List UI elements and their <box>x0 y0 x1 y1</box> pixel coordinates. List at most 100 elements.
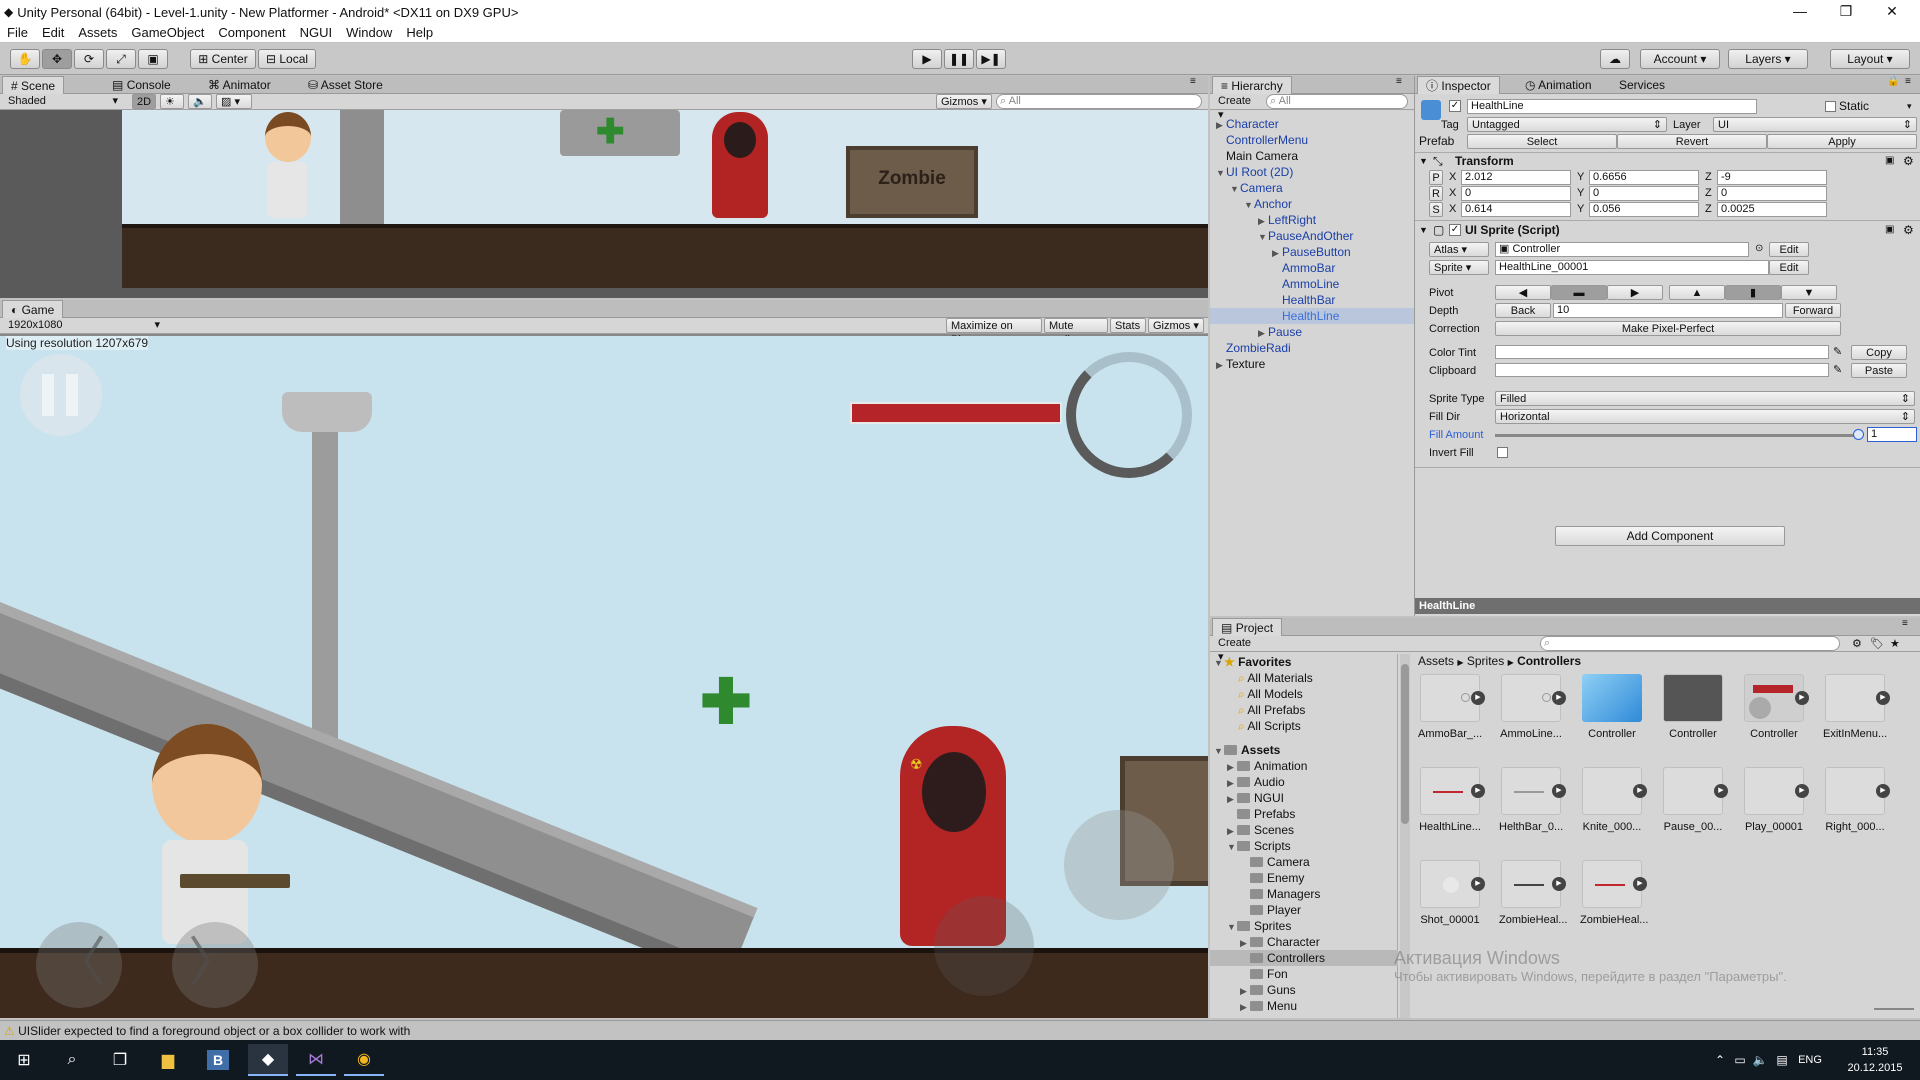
task-view-icon[interactable]: ❐ <box>100 1044 140 1076</box>
fill-amount-slider[interactable] <box>1495 434 1859 437</box>
layout-dropdown[interactable]: Layout ▾ <box>1830 49 1910 69</box>
project-folder[interactable]: ▶ Audio <box>1210 774 1398 791</box>
foldout-arrow-icon[interactable]: ▶ <box>1216 357 1226 373</box>
asset-item[interactable]: ▶ AmmoBar_... <box>1418 674 1485 740</box>
atlas-edit-button[interactable]: Edit <box>1769 242 1809 257</box>
eyedropper-icon[interactable]: ✎ <box>1833 363 1842 377</box>
filter-type-icon[interactable]: ⚙ <box>1852 637 1862 650</box>
pivot-local-button[interactable]: ⊟ Local <box>258 49 316 69</box>
move-tool-icon[interactable]: ✥ <box>42 49 72 69</box>
windows-start-icon[interactable]: ⊞ <box>4 1044 44 1076</box>
tab-animator[interactable]: ⌘ Animator <box>200 76 279 94</box>
project-folder[interactable]: ▶ Animation <box>1210 758 1398 775</box>
atlas-field[interactable]: ▣ Controller <box>1495 242 1749 257</box>
tab-hierarchy[interactable]: ≡ Hierarchy <box>1212 76 1292 94</box>
stats-toggle[interactable]: Stats <box>1110 318 1146 333</box>
static-checkbox[interactable] <box>1825 101 1836 112</box>
chrome-icon[interactable]: ◉ <box>344 1044 384 1076</box>
project-folder[interactable]: ▶ Menu <box>1210 998 1398 1015</box>
asset-item[interactable]: ▶ HealthLine... <box>1418 767 1485 833</box>
project-create-dropdown[interactable]: Create ▾ <box>1214 636 1262 663</box>
star-icon[interactable]: ★ <box>1890 637 1900 650</box>
hierarchy-item[interactable]: ZombieRadi <box>1210 340 1414 356</box>
transform-p-button[interactable]: P <box>1429 170 1443 185</box>
hierarchy-item[interactable]: ▼PauseAndOther <box>1210 228 1414 245</box>
tab-project[interactable]: ▤ Project <box>1212 618 1283 636</box>
search-icon[interactable]: ⌕ <box>52 1044 92 1076</box>
hierarchy-item[interactable]: AmmoLine <box>1210 276 1414 292</box>
breadcrumb-assets[interactable]: Assets <box>1418 654 1454 668</box>
jump-button[interactable] <box>1064 810 1174 920</box>
vk-app-icon[interactable]: B <box>198 1044 238 1076</box>
assets-root[interactable]: ▼ Assets <box>1210 742 1398 759</box>
foldout-arrow-icon[interactable]: ▼ <box>1230 181 1240 197</box>
hierarchy-item[interactable]: ▶ Pause <box>1210 324 1414 341</box>
expand-play-icon[interactable]: ▶ <box>1714 784 1728 798</box>
clipboard-field[interactable] <box>1495 363 1829 377</box>
favorite-item[interactable]: ⌕ All Materials <box>1210 670 1398 686</box>
close-icon[interactable]: ✕ <box>1870 0 1914 24</box>
tab-scene[interactable]: # Scene <box>2 76 65 94</box>
mode-2d-toggle[interactable]: 2D <box>132 94 156 109</box>
foldout-arrow-icon[interactable]: ▶ <box>1240 999 1250 1015</box>
hierarchy-create-dropdown[interactable]: Create ▾ <box>1214 94 1262 121</box>
asset-item[interactable]: ▶ Shot_00001 <box>1418 860 1485 926</box>
shading-dropdown[interactable]: Shaded ▾ <box>4 94 122 109</box>
dropdown-arrow-icon[interactable]: ▾ <box>1907 99 1912 113</box>
project-search-input[interactable]: ⌕ <box>1540 636 1840 651</box>
visual-studio-icon[interactable]: ⋈ <box>296 1044 336 1076</box>
mute-audio-toggle[interactable]: Mute audio <box>1044 318 1108 346</box>
component-enabled-checkbox[interactable]: ✓ <box>1449 224 1461 236</box>
asset-item[interactable]: ▶ ExitInMenu... <box>1823 674 1890 740</box>
foldout-arrow-icon[interactable]: ▶ <box>1272 245 1282 261</box>
color-tint-field[interactable] <box>1495 345 1829 359</box>
pivot-center-button[interactable]: ⊞ Center <box>190 49 256 69</box>
filter-label-icon[interactable]: 🏷 <box>1870 637 1884 650</box>
fill-dir-dropdown[interactable]: Horizontal ⇕ <box>1495 409 1915 424</box>
project-folder[interactable]: Camera <box>1210 854 1398 870</box>
maximize-on-play-toggle[interactable]: Maximize on Play <box>946 318 1042 346</box>
foldout-arrow-icon[interactable]: ▼ <box>1214 743 1224 759</box>
foldout-arrow-icon[interactable]: ▶ <box>1240 983 1250 999</box>
expand-play-icon[interactable]: ▶ <box>1795 691 1809 705</box>
foldout-arrow-icon[interactable]: ▶ <box>1227 823 1237 839</box>
breadcrumb-sprites[interactable]: Sprites <box>1467 654 1504 668</box>
project-folder[interactable]: Enemy <box>1210 870 1398 886</box>
hierarchy-item[interactable]: ▼UI Root (2D) <box>1210 164 1414 181</box>
thumbnail-size-slider[interactable] <box>1874 1008 1914 1010</box>
expand-play-icon[interactable]: ▶ <box>1471 784 1485 798</box>
account-dropdown[interactable]: Account ▾ <box>1640 49 1720 69</box>
foldout-arrow-icon[interactable]: ▼ <box>1258 229 1268 245</box>
breadcrumb-controllers[interactable]: Controllers <box>1517 654 1581 668</box>
expand-play-icon[interactable]: ▶ <box>1795 784 1809 798</box>
favorites-header[interactable]: ▼★ Favorites <box>1210 654 1398 671</box>
file-explorer-icon[interactable]: ▆ <box>148 1044 188 1076</box>
status-bar[interactable]: ⚠ UISlider expected to find a foreground… <box>0 1020 1920 1040</box>
foldout-arrow-icon[interactable]: ▶ <box>1258 213 1268 229</box>
transform-x-field[interactable]: 2.012 <box>1461 170 1571 185</box>
settings-gear-icon[interactable]: ⚙ <box>1903 154 1914 168</box>
lock-icon[interactable]: 🔒 <box>1887 76 1899 87</box>
shot-button[interactable] <box>934 896 1034 996</box>
hierarchy-item[interactable]: ControllerMenu <box>1210 132 1414 148</box>
object-name-field[interactable]: HealthLine <box>1467 99 1757 114</box>
ui-sprite-header[interactable]: ▼ ▢ ✓ UI Sprite (Script) ▣ ⚙ <box>1415 220 1920 238</box>
fill-amount-thumb[interactable] <box>1853 429 1864 440</box>
pivot-right-button[interactable]: ▶ <box>1607 285 1663 300</box>
paste-button[interactable]: Paste <box>1851 363 1907 378</box>
sprite-field[interactable]: HealthLine_00001 <box>1495 260 1769 275</box>
scene-viewport[interactable]: ✚ Zombie <box>0 110 1208 298</box>
transform-y-field[interactable]: 0 <box>1589 186 1699 201</box>
hierarchy-item[interactable]: ▶ LeftRight <box>1210 212 1414 229</box>
menu-edit[interactable]: Edit <box>35 25 71 40</box>
lighting-icon[interactable]: ☀ <box>160 94 184 109</box>
foldout-arrow-icon[interactable]: ▶ <box>1240 935 1250 951</box>
layers-dropdown[interactable]: Layers ▾ <box>1728 49 1808 69</box>
hierarchy-search-input[interactable]: ⌕ All <box>1266 94 1408 109</box>
hierarchy-menu-icon[interactable]: ≡ <box>1396 76 1402 87</box>
expand-play-icon[interactable]: ▶ <box>1471 691 1485 705</box>
depth-forward-button[interactable]: Forward <box>1785 303 1841 318</box>
sprite-button[interactable]: Sprite ▾ <box>1429 260 1489 275</box>
hierarchy-item[interactable]: ▼Anchor <box>1210 196 1414 213</box>
depth-field[interactable]: 10 <box>1553 303 1783 318</box>
